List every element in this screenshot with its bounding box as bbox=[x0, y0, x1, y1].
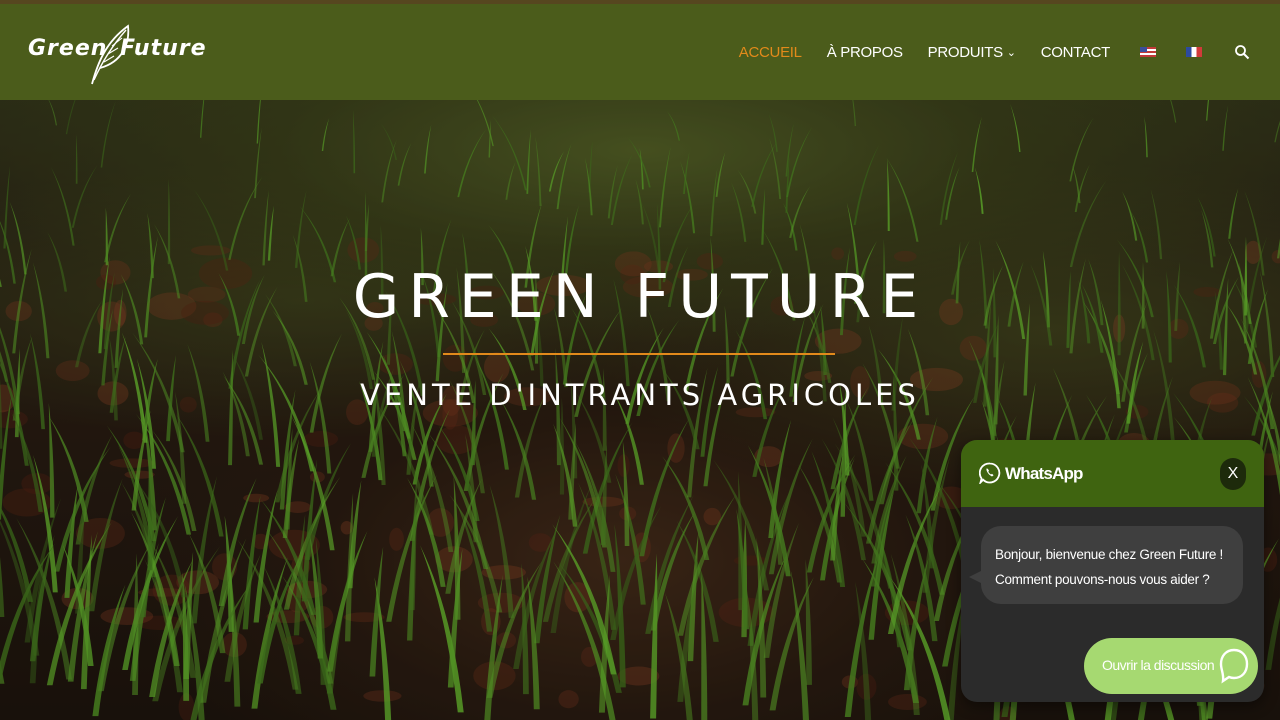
hero-subtitle: VENTE D'INTRANTS AGRICOLES bbox=[360, 378, 920, 412]
open-chat-label: Ouvrir la discussion bbox=[1102, 657, 1215, 673]
site-header: Green Future ACCUEIL À PROPOS PRODUITS ⌄… bbox=[0, 0, 1280, 100]
nav-item-a-propos[interactable]: À PROPOS bbox=[827, 44, 903, 61]
open-chat-button[interactable]: Ouvrir la discussion bbox=[1084, 638, 1258, 694]
chat-bubble-icon bbox=[1219, 648, 1249, 684]
chevron-down-icon: ⌄ bbox=[1006, 46, 1016, 59]
whatsapp-brand: WhatsApp bbox=[1005, 464, 1083, 483]
nav-item-contact[interactable]: CONTACT bbox=[1041, 44, 1111, 61]
main-nav: ACCUEIL À PROPOS PRODUITS ⌄ CONTACT bbox=[714, 4, 1250, 100]
welcome-message-line1: Bonjour, bienvenue chez Green Future ! bbox=[995, 547, 1224, 562]
us-flag-icon[interactable] bbox=[1140, 47, 1156, 57]
welcome-message-bubble: Bonjour, bienvenue chez Green Future ! C… bbox=[981, 526, 1243, 604]
hero-title: GREEN FUTURE bbox=[352, 262, 928, 332]
welcome-message-line2: Comment pouvons-nous vous aider ? bbox=[995, 572, 1210, 587]
logo-text-future: Future bbox=[120, 36, 207, 61]
fr-flag-icon[interactable] bbox=[1186, 47, 1202, 57]
nav-item-produits[interactable]: PRODUITS ⌄ bbox=[928, 44, 1016, 61]
whatsapp-header: WhatsApp X bbox=[961, 440, 1264, 507]
site-logo[interactable]: Green Future bbox=[28, 22, 218, 88]
whatsapp-chat-widget: WhatsApp X Bonjour, bienvenue chez Green… bbox=[961, 440, 1264, 702]
whatsapp-icon bbox=[979, 462, 1001, 484]
nav-item-accueil[interactable]: ACCUEIL bbox=[739, 44, 802, 61]
search-icon[interactable] bbox=[1234, 44, 1250, 60]
nav-item-produits-label: PRODUITS bbox=[927, 43, 1003, 61]
hero-divider bbox=[443, 353, 835, 355]
close-button[interactable]: X bbox=[1220, 458, 1246, 490]
